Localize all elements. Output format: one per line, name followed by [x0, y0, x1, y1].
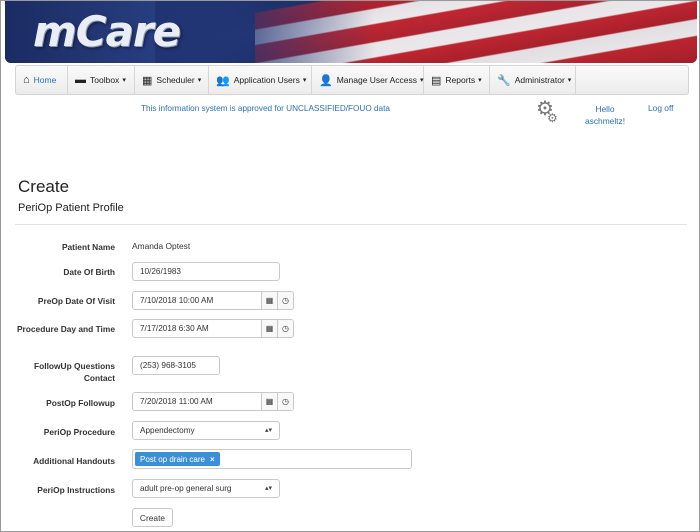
nav-item-label: Home	[33, 75, 57, 85]
postop-followup-label: PostOp Followup	[46, 398, 115, 408]
nav-item-reports[interactable]: ▤ Reports ▾	[424, 66, 490, 94]
procedure-day-datetime: 7/17/2018 6:30 AM ▦ ◷	[132, 319, 294, 338]
handout-tag: Post op drain care ×	[135, 452, 220, 466]
postop-followup-datetime: 7/20/2018 11:00 AM ▦ ◷	[132, 392, 294, 411]
hello-user-link[interactable]: Hello aschmeltz!	[585, 103, 625, 127]
clock-icon[interactable]: ◷	[278, 292, 293, 309]
banner-fade	[155, 1, 375, 63]
close-icon[interactable]: ×	[210, 455, 215, 464]
instructions-label: PeriOp Instructions	[37, 485, 115, 495]
procedure-day-label: Procedure Day and Time	[16, 324, 115, 334]
preop-visit-input[interactable]: 7/10/2018 10:00 AM	[133, 292, 262, 309]
patient-name-label: Patient Name	[61, 242, 115, 252]
nav-item-label: Application Users	[233, 75, 300, 85]
periop-procedure-select[interactable]: Appendectomy ▴▾	[132, 421, 280, 440]
users-icon: 👥	[216, 74, 230, 87]
nav-item-label: Toolbox	[90, 75, 120, 85]
chevron-down-icon: ▾	[567, 77, 572, 84]
chevron-down-icon: ▾	[122, 77, 126, 84]
wrench-icon: 🔧	[497, 74, 511, 87]
handouts-multiselect[interactable]: Post op drain care ×	[132, 449, 412, 469]
page-title: Create	[18, 177, 70, 196]
select-value: adult pre-op general surg	[140, 484, 232, 493]
home-icon: ⌂	[23, 74, 30, 86]
preop-visit-label: PreOp Date Of Visit	[37, 296, 115, 306]
chevron-down-icon: ▾	[197, 77, 202, 84]
divider	[15, 224, 687, 225]
followup-contact-label: FollowUp Questions Contact	[34, 361, 115, 383]
nav-item-administrator[interactable]: 🔧 Administrator ▾	[490, 66, 576, 94]
dob-label: Date Of Birth	[63, 267, 115, 277]
nav-item-manage-user-access[interactable]: 👤 Manage User Access ▾	[312, 66, 424, 94]
calendar-icon: ▦	[142, 74, 153, 87]
handout-tag-label: Post op drain care	[140, 454, 205, 464]
handouts-label: Additional Handouts	[33, 456, 115, 466]
select-value: Appendectomy	[140, 426, 195, 435]
briefcase-icon: ▬	[75, 74, 86, 86]
calendar-icon[interactable]: ▦	[262, 393, 278, 410]
clock-icon[interactable]: ◷	[278, 320, 293, 337]
clock-icon[interactable]: ◷	[278, 393, 293, 410]
classification-notice: This information system is approved for …	[141, 104, 390, 113]
periop-instructions-select[interactable]: adult pre-op general surg ▴▾	[132, 479, 280, 498]
create-button[interactable]: Create	[132, 508, 173, 527]
user-icon: 👤	[319, 74, 333, 87]
log-off-link[interactable]: Log off	[648, 103, 673, 113]
calendar-icon[interactable]: ▦	[262, 320, 278, 337]
nav-item-home[interactable]: ⌂ Home	[16, 66, 68, 94]
select-arrows-icon: ▴▾	[264, 484, 272, 492]
document-icon: ▤	[431, 74, 442, 87]
postop-followup-input[interactable]: 7/20/2018 11:00 AM	[133, 393, 262, 410]
preop-visit-datetime: 7/10/2018 10:00 AM ▦ ◷	[132, 291, 294, 310]
nav-item-label: Administrator	[514, 75, 565, 85]
gear-icon[interactable]: ⚙ ⚙	[536, 99, 558, 125]
patient-name-value: Amanda Optest	[132, 241, 191, 251]
followup-contact-input[interactable]: (253) 968-3105	[132, 356, 220, 375]
banner: mCare	[5, 1, 697, 63]
dob-input[interactable]: 10/26/1983	[132, 262, 280, 281]
nav-item-label: Scheduler	[156, 75, 195, 85]
select-arrows-icon: ▴▾	[264, 426, 272, 434]
main-nav: ⌂ Home ▬ Toolbox ▾ ▦ Scheduler ▾ 👥 Appli…	[15, 65, 689, 95]
nav-item-scheduler[interactable]: ▦ Scheduler ▾	[135, 66, 209, 94]
chevron-down-icon: ▾	[302, 77, 307, 84]
nav-item-application-users[interactable]: 👥 Application Users ▾	[209, 66, 312, 94]
app-logo[interactable]: mCare	[33, 7, 181, 56]
nav-item-label: Manage User Access	[336, 75, 418, 85]
procedure-day-input[interactable]: 7/17/2018 6:30 AM	[133, 320, 262, 337]
calendar-icon[interactable]: ▦	[262, 292, 278, 309]
chevron-down-icon: ▾	[478, 77, 482, 84]
nav-item-toolbox[interactable]: ▬ Toolbox ▾	[68, 66, 135, 94]
page-subtitle: PeriOp Patient Profile	[18, 202, 124, 214]
periop-procedure-label: PeriOp Procedure	[43, 427, 115, 437]
app-window: mCare ⌂ Home ▬ Toolbox ▾ ▦ Scheduler ▾ 👥…	[0, 0, 700, 532]
nav-item-label: Reports	[445, 75, 476, 85]
